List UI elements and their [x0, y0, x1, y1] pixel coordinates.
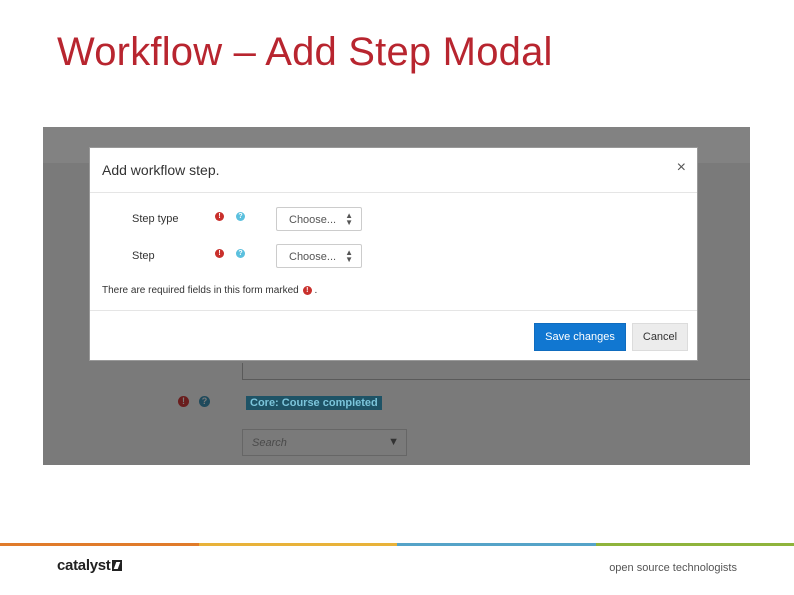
step-label: Step	[132, 250, 155, 262]
select-arrows-icon: ▲ ▼	[345, 211, 353, 227]
stripe-segment-yellow	[198, 543, 397, 546]
select-arrows-icon: ▲ ▼	[345, 248, 353, 264]
stripe-segment-blue	[397, 543, 596, 546]
logo-mark-icon	[112, 560, 123, 571]
modal-title: Add workflow step.	[102, 162, 220, 178]
course-completed-tag[interactable]: Core: Course completed	[246, 396, 382, 410]
screenshot-area: ! ? Core: Course completed Search ▼ Add …	[43, 127, 750, 465]
required-fields-note: There are required fields in this form m…	[102, 285, 317, 296]
stripe-segment-green	[595, 543, 794, 546]
cancel-button[interactable]: Cancel	[632, 323, 688, 351]
required-note-text: There are required fields in this form m…	[102, 285, 299, 296]
modal-header: Add workflow step. ×	[90, 148, 697, 193]
search-select[interactable]: Search ▼	[242, 429, 407, 456]
close-icon[interactable]: ×	[677, 159, 686, 177]
step-type-select[interactable]: Choose... ▲ ▼	[276, 207, 362, 231]
required-icon: !	[215, 212, 224, 221]
tagline: open source technologists	[609, 562, 737, 574]
step-select[interactable]: Choose... ▲ ▼	[276, 244, 362, 268]
help-icon[interactable]: ?	[199, 396, 210, 407]
step-type-label: Step type	[132, 213, 179, 225]
search-placeholder: Search	[252, 437, 287, 449]
catalyst-logo: catalyst	[57, 557, 123, 574]
step-type-row: Step type ! ? Choose... ▲ ▼	[90, 207, 697, 233]
help-icon[interactable]: ?	[236, 212, 245, 221]
step-value: Choose...	[289, 251, 337, 263]
step-type-value: Choose...	[289, 214, 337, 226]
add-step-modal: Add workflow step. × Step type ! ? Choos…	[89, 147, 698, 361]
help-icon[interactable]: ?	[236, 249, 245, 258]
modal-footer-divider	[90, 310, 697, 311]
background-panel	[242, 363, 750, 380]
save-changes-button[interactable]: Save changes	[534, 323, 626, 351]
required-icon: !	[302, 285, 312, 295]
stripe-segment-orange	[0, 543, 199, 546]
required-icon: !	[215, 249, 224, 258]
caret-down-icon: ▼	[388, 436, 399, 448]
required-note-end: .	[314, 285, 318, 296]
step-row: Step ! ? Choose... ▲ ▼	[90, 244, 697, 270]
background-field-icons: ! ?	[178, 396, 210, 407]
slide-title: Workflow – Add Step Modal	[57, 30, 553, 74]
logo-text: catalyst	[57, 557, 111, 574]
footer-stripe	[0, 543, 794, 546]
required-icon: !	[178, 396, 189, 407]
